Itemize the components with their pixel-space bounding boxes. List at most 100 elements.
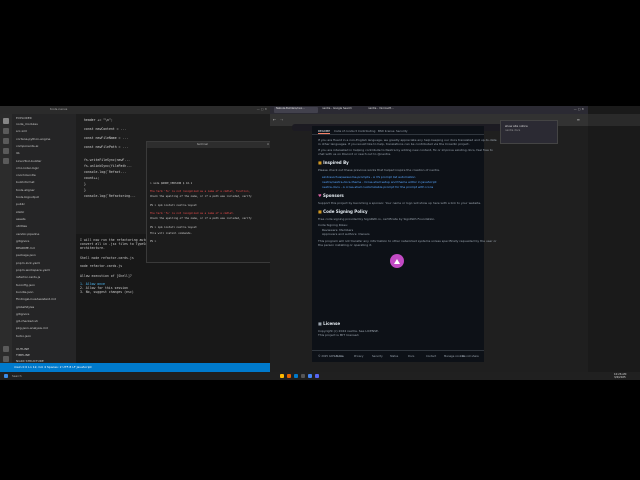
privacy-text-2: the person installing or operating it.: [318, 243, 373, 247]
tree-item[interactable]: coord-bundle: [16, 173, 36, 177]
tree-item[interactable]: lib: [16, 151, 20, 155]
browser-tab-3[interactable]: nextra - microsoft...: [366, 107, 410, 113]
terminal-icon[interactable]: [301, 374, 305, 378]
explorer-sidebar: EXPLORER node_modules src-xml cortana-pyth…: [12, 114, 76, 363]
tree-item[interactable]: assets: [16, 217, 26, 221]
menu-icon[interactable]: ≡: [577, 117, 580, 122]
vscode-titlebar: tools-nexus — ▢ ✕: [0, 106, 270, 114]
files-icon[interactable]: [3, 118, 9, 124]
inspired-item-2[interactable]: nextra/nextra-docs-theme - Cross-shell s…: [322, 180, 437, 184]
popup-close-icon[interactable]: ✕: [267, 143, 269, 146]
tree-item[interactable]: pkg-json-analysis.md: [16, 326, 48, 330]
repo-tab-security[interactable]: Security: [396, 129, 408, 133]
code-line: }: [84, 188, 86, 192]
site-notice-popup: show site notice nextra docs: [500, 120, 558, 144]
repo-tab-conduct[interactable]: Code of conduct: [334, 129, 357, 133]
popup-line: Check the spelling of the name, or if a …: [150, 217, 252, 220]
tree-item[interactable]: refactor-cards.js: [16, 275, 40, 279]
browser-tab-2[interactable]: nextra - Google Search: [320, 107, 364, 113]
tree-item[interactable]: bundle.json: [16, 290, 33, 294]
browser-window-controls[interactable]: — ▢ ✕: [574, 107, 584, 111]
extensions-icon[interactable]: [3, 158, 9, 164]
tree-item[interactable]: git-checked.sh: [16, 319, 38, 323]
intro-line-4: chat with us on Discord or reach out to …: [318, 152, 392, 156]
search-box[interactable]: Search: [12, 374, 22, 378]
footer-link[interactable]: Docs: [408, 355, 414, 358]
code-line: const newContent = ...: [84, 127, 127, 131]
footer-link[interactable]: Status: [390, 355, 398, 358]
footer-link[interactable]: Terms: [336, 355, 344, 358]
vscode-icon[interactable]: [294, 374, 298, 378]
tree-item[interactable]: src-xml: [16, 129, 27, 133]
back-icon[interactable]: ←: [273, 117, 276, 122]
search-icon[interactable]: [3, 128, 9, 134]
tree-item[interactable]: tools-aligner: [16, 188, 35, 192]
code-line: count++;: [84, 176, 100, 180]
tree-item[interactable]: FindingsLinuxAssistant.md: [16, 297, 56, 301]
code-line: console.log(`Refactoring...: [84, 194, 136, 198]
window-controls[interactable]: — ▢ ✕: [257, 107, 267, 111]
sponsors-heading: ♥ Sponsors: [318, 193, 344, 198]
terminal-line: architecture.: [80, 246, 105, 250]
source-control-icon[interactable]: [3, 138, 9, 144]
tree-item[interactable]: package.json: [16, 253, 36, 257]
inspired-item-1[interactable]: sindresorhus/awesome-prompts - A VS prom…: [322, 175, 415, 179]
tree-item[interactable]: utilities: [16, 224, 27, 228]
gear-icon[interactable]: [3, 356, 9, 362]
tree-item[interactable]: static: [16, 210, 24, 214]
site-notice-title: show site notice: [505, 124, 528, 128]
popup-titlebar: terminal ✕: [147, 142, 271, 148]
browser-tab-1[interactable]: Nebula-Builders/nex...: [274, 107, 318, 113]
footer-divider: [312, 350, 484, 351]
repo-tab-license[interactable]: BSD license: [378, 129, 394, 133]
popup-terminal-window: terminal ✕ > node $NODE_VERSION $ 16.1 Th…: [146, 141, 272, 263]
signpath-logo: [390, 254, 404, 268]
footer-link[interactable]: Privacy: [354, 355, 363, 358]
tree-item[interactable]: tools-bigoutput: [16, 195, 39, 199]
repo-tab-readme[interactable]: README: [318, 129, 330, 134]
popup-line: PS >: [150, 240, 157, 243]
timeline-section[interactable]: TIMELINE: [16, 353, 30, 357]
taskbar: Search 10:26 AM 3/4/2025: [0, 372, 640, 380]
forward-icon[interactable]: →: [280, 117, 283, 122]
tree-item[interactable]: node_modules: [16, 122, 38, 126]
footer-link[interactable]: Security: [372, 355, 383, 358]
tree-item[interactable]: gitignore: [16, 239, 29, 243]
footer-link[interactable]: Contact: [426, 355, 436, 358]
status-bar: main 0 0 Ln 12, Col 4 Spaces: 2 UTF-8 LF…: [0, 363, 270, 372]
tree-item[interactable]: globalStyles: [16, 305, 34, 309]
popup-line: Check the spelling of the name, or if a …: [150, 195, 252, 198]
firefox-icon[interactable]: [287, 374, 291, 378]
tree-item[interactable]: turbo.json: [16, 334, 31, 338]
discord-icon[interactable]: [315, 374, 319, 378]
tree-item[interactable]: README.md: [16, 246, 35, 250]
run-debug-icon[interactable]: [3, 148, 9, 154]
window-title: tools-nexus: [50, 107, 68, 111]
activity-bar: [0, 114, 12, 363]
tree-item[interactable]: vendor-pipeline: [16, 232, 39, 236]
chrome-icon[interactable]: [308, 374, 312, 378]
popup-line: > node $NODE_VERSION $ 16.1: [150, 182, 193, 185]
tree-item[interactable]: cortana-python-engine: [16, 137, 50, 141]
tree-item[interactable]: public: [16, 202, 25, 206]
tree-item[interactable]: components-ai: [16, 144, 38, 148]
account-icon[interactable]: [3, 346, 9, 352]
file-explorer-icon[interactable]: [280, 374, 284, 378]
sponsors-text: Support this project by becoming a spons…: [318, 201, 482, 205]
browser-window: Nebula-Builders/nex... nextra - Google S…: [270, 106, 588, 372]
popup-title: terminal: [197, 143, 208, 146]
outline-section[interactable]: OUTLINE: [16, 347, 29, 351]
start-icon[interactable]: [4, 374, 8, 378]
tree-item[interactable]: pnpm-lock.yaml: [16, 261, 40, 265]
tree-item[interactable]: LinuxTool-builder: [16, 159, 41, 163]
tree-item[interactable]: xml-coder-logic: [16, 166, 39, 170]
inspired-item-3[interactable]: nextra-docs - A cross-shell customizable…: [322, 185, 433, 189]
tree-item[interactable]: build-format: [16, 180, 34, 184]
popup-line: PS > npm install nextra.layout: [150, 226, 197, 229]
tree-item[interactable]: pnpm-workspace.yaml: [16, 268, 50, 272]
footer-link[interactable]: Do not share: [462, 355, 479, 358]
repo-tab-contributing[interactable]: Contributing: [358, 129, 375, 133]
browser-tabstrip: Nebula-Builders/nex... nextra - Google S…: [270, 106, 588, 114]
tree-item[interactable]: tsconfig.json: [16, 283, 35, 287]
tree-item[interactable]: gitignore: [16, 312, 29, 316]
